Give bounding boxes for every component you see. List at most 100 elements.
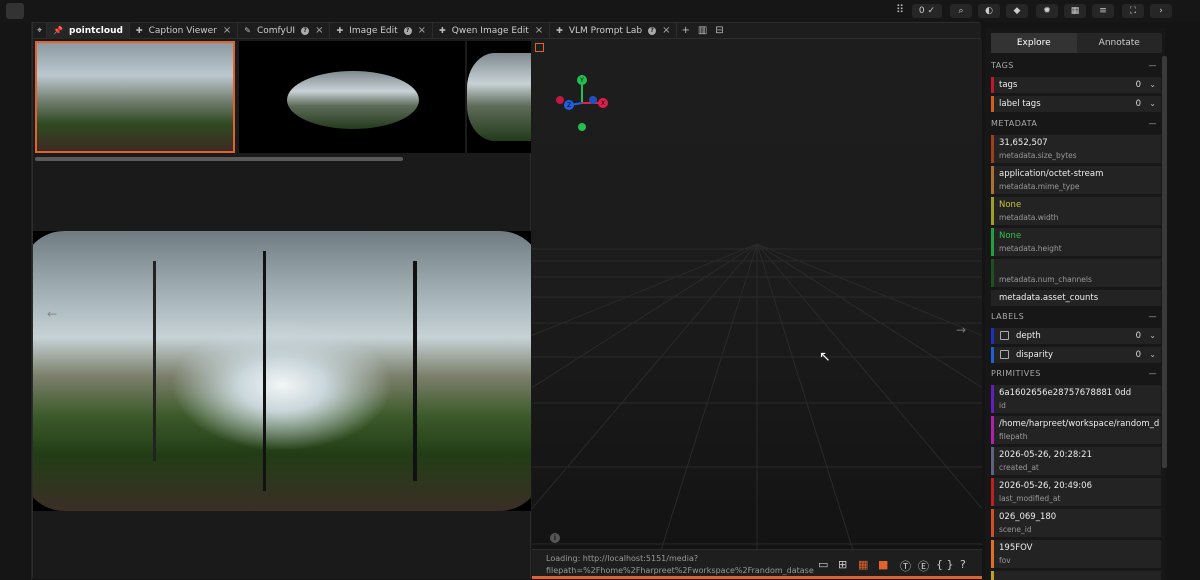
pointcloud-3d-viewer[interactable]: Y X Z → ↖ i Loading: http://localhost:51…	[532, 39, 982, 579]
label-row-disparity[interactable]: disparity 0 ⌄	[991, 347, 1161, 363]
carousel-thumbnail[interactable]	[239, 41, 465, 153]
selection-count-pill[interactable]: 0 ✓	[912, 4, 942, 18]
chevron-down-icon[interactable]: ⌄	[1149, 80, 1156, 89]
primitive-row-filepath[interactable]: /home/harpreet/workspace/random_dat... fi…	[991, 416, 1161, 444]
app-top-bar: ⠿ 0 ✓ ⌕ ◐ ◆ ✹ ▦ ≡ ⛶ ›	[0, 0, 1200, 22]
metadata-asset-counts-row[interactable]: metadata.asset_counts	[991, 290, 1161, 306]
add-tab-icon[interactable]: +	[677, 25, 693, 36]
list-icon[interactable]: ≡	[1092, 4, 1114, 18]
search-icon[interactable]: ⌕	[950, 4, 972, 18]
close-icon[interactable]: ×	[315, 25, 323, 36]
primitive-row-last-modified-at[interactable]: 2026-05-26, 20:49:06 last_modified_at	[991, 478, 1161, 506]
section-tags-header[interactable]: TAGS —	[991, 61, 1161, 77]
section-title: LABELS	[991, 312, 1025, 321]
tab-pointcloud[interactable]: 📌 pointcloud	[47, 22, 130, 39]
tab-explore[interactable]: Explore	[991, 33, 1077, 53]
chevron-down-icon[interactable]: ⌄	[1149, 99, 1156, 108]
primitive-row-created-at[interactable]: 2026-05-26, 20:28:21 created_at	[991, 447, 1161, 475]
tab-vlm-prompt-lab[interactable]: ✚ VLM Prompt Lab? ×	[550, 22, 678, 39]
metadata-row[interactable]: None metadata.width	[991, 197, 1161, 225]
prev-arrow-icon[interactable]: ←	[47, 307, 57, 321]
selection-marker-icon[interactable]	[535, 43, 544, 52]
tag-row-tags[interactable]: tags 0 ⌄	[991, 77, 1161, 93]
section-metadata-header[interactable]: METADATA —	[991, 119, 1161, 135]
sidebar-tab-switch: Explore Annotate	[991, 33, 1162, 53]
top-view-icon[interactable]: Ⓣ	[900, 558, 911, 574]
grid-toggle-icon[interactable]: ▦	[858, 558, 868, 571]
layout-icon[interactable]: ▦	[1064, 4, 1086, 18]
metadata-row[interactable]: application/octet-stream metadata.mime_ty…	[991, 166, 1161, 194]
axis-gizmo[interactable]: Y X Z	[554, 73, 614, 133]
label-row-depth[interactable]: depth 0 ⌄	[991, 328, 1161, 344]
row-value: application/octet-stream	[999, 169, 1104, 179]
chevron-down-icon[interactable]: ⌄	[1149, 350, 1156, 359]
tab-label: VLM Prompt Lab	[568, 25, 643, 36]
tab-caption-viewer[interactable]: ✚ Caption Viewer ×	[130, 22, 239, 39]
close-icon[interactable]: ×	[418, 25, 426, 36]
primitive-row-fov[interactable]: 195FOV fov	[991, 540, 1161, 568]
tag-icon[interactable]: ◆	[1006, 4, 1028, 18]
metadata-row[interactable]: None metadata.height	[991, 228, 1161, 256]
carousel-thumbnail[interactable]	[467, 41, 531, 153]
section-primitives-header[interactable]: PRIMITIVES —	[991, 369, 1161, 385]
pin-icon: 📌	[53, 26, 64, 35]
subtitles-icon[interactable]: ▭	[818, 558, 828, 571]
row-key: metadata.num_channels	[999, 275, 1092, 284]
tab-image-edit[interactable]: ✚ Image Edit? ×	[330, 22, 434, 39]
primitive-row-id[interactable]: 6a1602656e28757678881 0dd id	[991, 385, 1161, 413]
tab-label: Caption Viewer	[148, 25, 217, 36]
collapse-icon[interactable]: —	[1149, 61, 1158, 70]
split-vertical-icon[interactable]: ⊟	[711, 25, 727, 36]
close-icon[interactable]: ×	[535, 25, 543, 36]
help-icon[interactable]: ?	[960, 558, 966, 571]
metadata-row[interactable]: metadata.num_channels	[991, 259, 1161, 287]
tag-row-label-tags[interactable]: label tags 0 ⌄	[991, 96, 1161, 112]
tab-label: Qwen Image Edit	[451, 25, 529, 36]
loading-progress-bar	[532, 576, 982, 579]
hierarchy-icon[interactable]: ⊞	[838, 558, 847, 571]
sidebar-scrollbar[interactable]	[1162, 56, 1167, 468]
tab-comfyui[interactable]: ✎ ComfyUI? ×	[238, 22, 331, 39]
split-horizontal-icon[interactable]: ▥	[694, 25, 711, 36]
primitive-row-scene-id[interactable]: 026_069_180 scene_id	[991, 509, 1161, 537]
metadata-row[interactable]: 31,652,507 metadata.size_bytes	[991, 135, 1161, 163]
collapse-icon[interactable]: —	[1149, 312, 1158, 321]
help-icon[interactable]: ?	[648, 26, 657, 35]
fullscreen-icon[interactable]: ⛶	[1122, 4, 1144, 18]
crosshair-icon: ⌖	[37, 25, 43, 36]
tab-qwen-image-edit[interactable]: ✚ Qwen Image Edit ×	[433, 22, 551, 39]
collapse-icon[interactable]: —	[1149, 119, 1158, 128]
json-icon[interactable]: { }	[936, 558, 954, 571]
gear-icon[interactable]: ✹	[1036, 4, 1058, 18]
help-icon[interactable]: ?	[301, 26, 310, 35]
check-icon: ✓	[927, 6, 936, 16]
row-key: fov	[999, 556, 1011, 565]
section-title: PRIMITIVES	[991, 369, 1041, 378]
chevron-down-icon[interactable]: ⌄	[1149, 331, 1156, 340]
camera-icon[interactable]: ■	[878, 558, 888, 571]
help-icon[interactable]: ?	[403, 26, 412, 35]
close-icon[interactable]: ×	[662, 25, 670, 36]
status-line-1: Loading: http://localhost:5151/media?	[546, 554, 699, 563]
grid-dots-icon[interactable]: ⠿	[896, 3, 904, 16]
checkbox[interactable]	[1000, 350, 1009, 359]
chevron-right-icon[interactable]: ›	[1150, 4, 1172, 18]
row-key: filepath	[999, 432, 1028, 441]
carousel-thumbnail-selected[interactable]	[35, 41, 235, 153]
tab-annotate[interactable]: Annotate	[1077, 33, 1163, 53]
section-labels-header[interactable]: LABELS —	[991, 312, 1161, 328]
info-icon[interactable]: i	[550, 533, 560, 543]
sample-modal: ⌖ 📌 pointcloud ✚ Caption Viewer × ✎ ComfyUI?…	[32, 22, 982, 579]
close-icon[interactable]: ×	[223, 25, 231, 36]
ego-view-icon[interactable]: Ⓔ	[918, 558, 929, 574]
tab-crosshair[interactable]: ⌖	[33, 22, 48, 39]
row-key: last_modified_at	[999, 494, 1061, 503]
checkbox[interactable]	[1000, 331, 1009, 340]
row-key: created_at	[999, 463, 1039, 472]
carousel-scrollbar[interactable]	[35, 157, 403, 161]
palette-icon[interactable]: ◐	[978, 4, 1000, 18]
next-arrow-icon[interactable]: →	[956, 323, 966, 337]
axis-z-label: Z	[567, 102, 571, 109]
primitive-row[interactable]	[991, 571, 1161, 580]
collapse-icon[interactable]: —	[1149, 369, 1158, 378]
